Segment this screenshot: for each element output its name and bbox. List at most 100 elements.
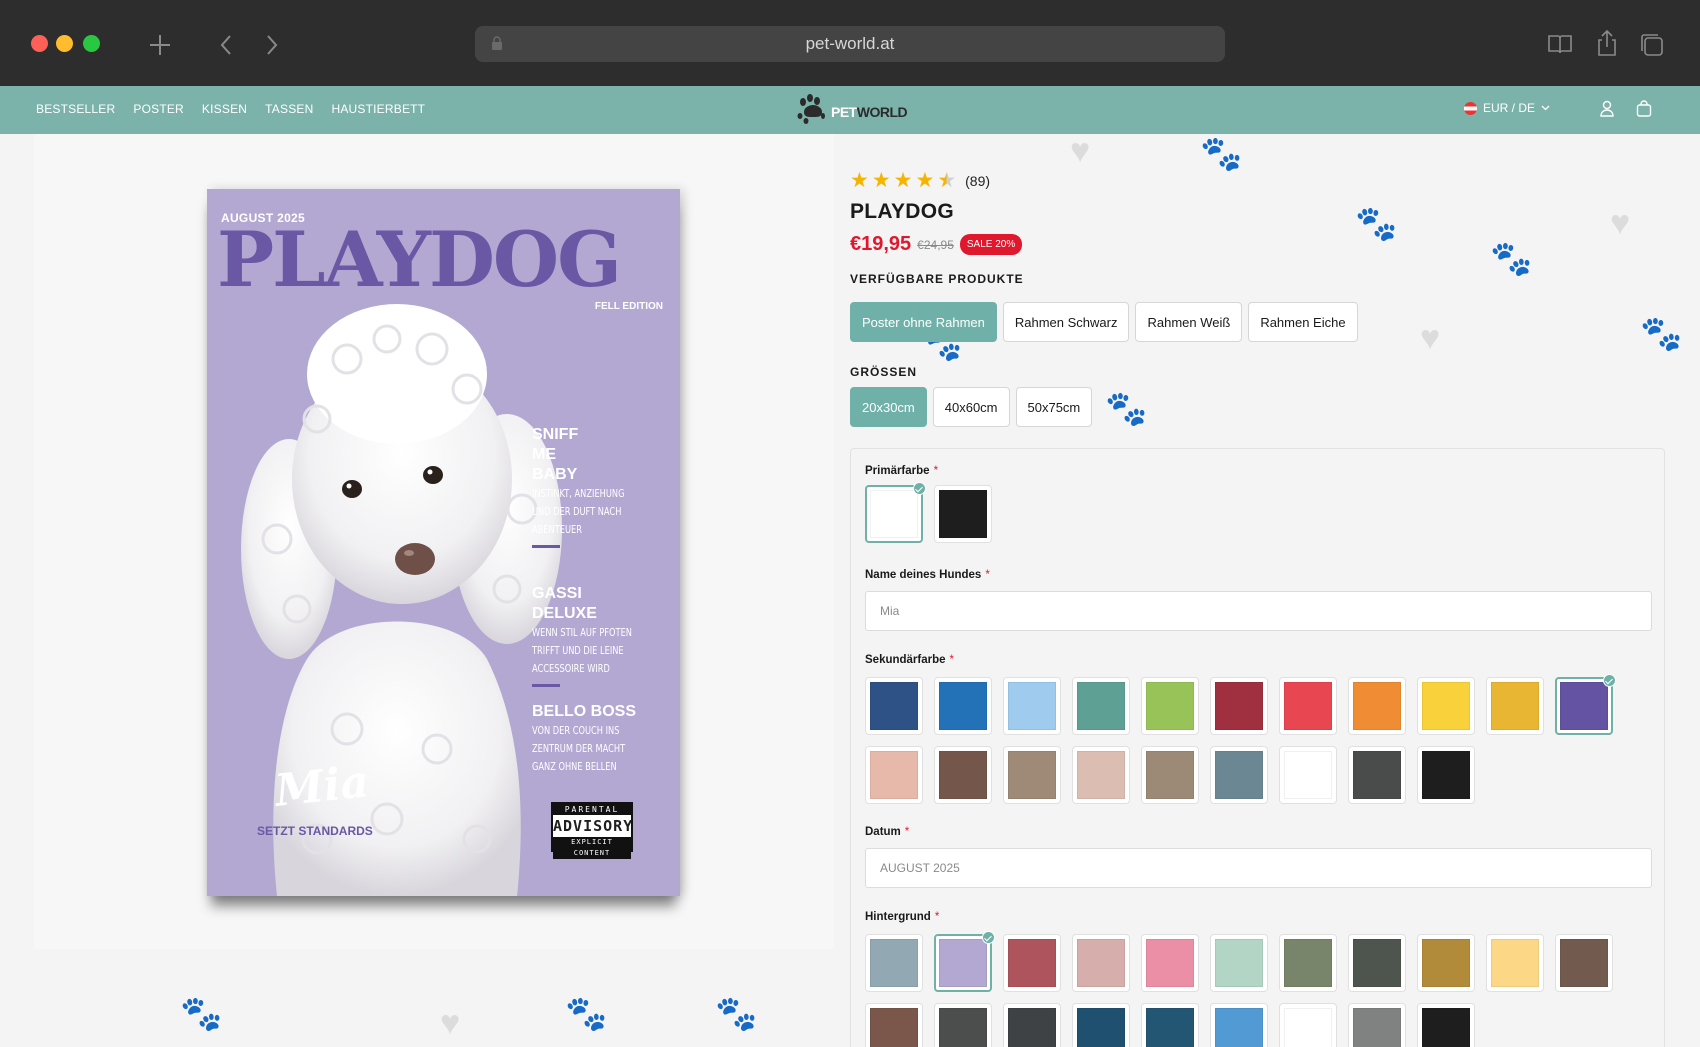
site-logo[interactable]: PETWORLD <box>793 92 913 128</box>
dog-name-input[interactable]: Mia <box>865 591 1652 631</box>
secondary-color-swatch[interactable] <box>1141 677 1199 735</box>
swatch-color <box>1353 751 1401 799</box>
secondary-color-swatch[interactable] <box>1003 677 1061 735</box>
background-color-swatch[interactable] <box>934 931 995 992</box>
secondary-color-swatch[interactable] <box>1279 677 1337 735</box>
nav-haustierbett[interactable]: HAUSTIERBETT <box>331 102 425 116</box>
secondary-color-swatch[interactable] <box>1210 746 1268 804</box>
locale-selector[interactable]: EUR / DE <box>1463 101 1550 115</box>
background-color-swatch[interactable] <box>1072 934 1130 992</box>
half-star-icon: ★ <box>937 169 957 192</box>
secondary-color-swatch[interactable] <box>1417 677 1475 735</box>
swatch-color <box>870 682 918 730</box>
minimize-window-button[interactable] <box>56 35 73 52</box>
background-color-swatch[interactable] <box>1210 1003 1268 1047</box>
background-color-swatch[interactable] <box>1141 1003 1199 1047</box>
primary-color-swatch[interactable] <box>865 482 926 543</box>
secondary-color-swatch[interactable] <box>934 677 992 735</box>
secondary-color-swatch[interactable] <box>1486 677 1544 735</box>
dog-name-label: Name deines Hundes * <box>865 569 990 581</box>
secondary-color-swatch[interactable] <box>1279 746 1337 804</box>
background-color-swatch[interactable] <box>1072 1003 1130 1047</box>
new-tab-icon[interactable] <box>148 33 172 57</box>
background-color-swatch[interactable] <box>865 1003 923 1047</box>
product-rating[interactable]: ★ ★ ★ ★ ★ (89) <box>850 170 990 191</box>
size-option-20x30[interactable]: 20x30cm <box>850 387 927 427</box>
swatch-color <box>1146 751 1194 799</box>
swatch-color <box>1353 682 1401 730</box>
secondary-color-swatch[interactable] <box>1417 746 1475 804</box>
product-image-poster[interactable]: AUGUST 2025 PLAYDOG FELL EDITION SNIFF M… <box>207 189 680 896</box>
swatch-color <box>1284 682 1332 730</box>
secondary-color-swatch[interactable] <box>1072 677 1130 735</box>
size-option-50x75[interactable]: 50x75cm <box>1015 387 1093 427</box>
background-color-swatch-row <box>865 1003 1475 1047</box>
close-window-button[interactable] <box>31 35 48 52</box>
heart-decoration-icon: ♥ <box>440 1004 461 1042</box>
product-option-poster[interactable]: Poster ohne Rahmen <box>850 302 997 342</box>
url-text: pet-world.at <box>805 34 895 53</box>
secondary-color-swatch[interactable] <box>1003 746 1061 804</box>
maximize-window-button[interactable] <box>83 35 100 52</box>
background-color-swatch[interactable] <box>1348 1003 1406 1047</box>
secondary-color-swatch[interactable] <box>1348 746 1406 804</box>
background-color-swatch[interactable] <box>1348 934 1406 992</box>
background-color-swatch[interactable] <box>1279 934 1337 992</box>
tabs-overview-icon[interactable] <box>1639 32 1665 58</box>
product-option-frame-black[interactable]: Rahmen Schwarz <box>1002 302 1130 342</box>
secondary-color-swatch[interactable] <box>865 677 923 735</box>
star-icon: ★ <box>850 169 869 192</box>
product-option-frame-oak[interactable]: Rahmen Eiche <box>1248 302 1358 342</box>
background-color-swatch[interactable] <box>1279 1003 1337 1047</box>
headline-divider <box>532 684 560 687</box>
background-color-swatch[interactable] <box>1003 1003 1061 1047</box>
swatch-color <box>939 751 987 799</box>
swatch-color <box>1353 1008 1401 1047</box>
background-color-swatch[interactable] <box>865 934 923 992</box>
nav-kissen[interactable]: KISSEN <box>202 102 247 116</box>
swatch-color <box>939 1008 987 1047</box>
secondary-color-swatch[interactable] <box>1141 746 1199 804</box>
swatch-color <box>1077 939 1125 987</box>
swatch-color <box>1215 682 1263 730</box>
size-option-40x60[interactable]: 40x60cm <box>932 387 1010 427</box>
background-color-swatch[interactable] <box>1141 934 1199 992</box>
address-bar[interactable]: pet-world.at <box>475 26 1225 62</box>
swatch-color <box>939 682 987 730</box>
forward-icon[interactable] <box>264 33 280 57</box>
background-color-swatch[interactable] <box>1003 934 1061 992</box>
reader-icon[interactable] <box>1547 32 1573 56</box>
background-color-swatch[interactable] <box>1210 934 1268 992</box>
swatch-color <box>1008 939 1056 987</box>
paw-decoration-icon: 🐾 <box>1490 240 1533 278</box>
background-color-swatch[interactable] <box>1417 934 1475 992</box>
swatch-color <box>1146 682 1194 730</box>
product-option-frame-white[interactable]: Rahmen Weiß <box>1135 302 1243 342</box>
product-price: €19,95 €24,95 SALE 20% <box>850 233 1023 256</box>
secondary-color-swatch-row <box>865 746 1475 804</box>
secondary-color-swatch[interactable] <box>1348 677 1406 735</box>
cart-icon[interactable] <box>1636 100 1652 118</box>
paw-decoration-icon: 🐾 <box>1640 315 1683 353</box>
account-icon[interactable] <box>1600 100 1614 118</box>
swatch-color <box>1353 939 1401 987</box>
secondary-color-swatch-row <box>865 674 1616 735</box>
share-icon[interactable] <box>1596 29 1618 57</box>
background-color-swatch[interactable] <box>934 1003 992 1047</box>
background-color-swatch[interactable] <box>1555 934 1613 992</box>
nav-bestseller[interactable]: BESTSELLER <box>36 102 115 116</box>
nav-poster[interactable]: POSTER <box>133 102 184 116</box>
background-color-swatch[interactable] <box>1486 934 1544 992</box>
secondary-color-swatch[interactable] <box>934 746 992 804</box>
nav-tassen[interactable]: TASSEN <box>265 102 313 116</box>
back-icon[interactable] <box>218 33 234 57</box>
date-input[interactable]: AUGUST 2025 <box>865 848 1652 888</box>
rating-count: (89) <box>965 172 991 189</box>
primary-color-swatch[interactable] <box>934 485 992 543</box>
secondary-color-swatch[interactable] <box>1072 746 1130 804</box>
background-color-swatch[interactable] <box>1417 1003 1475 1047</box>
secondary-color-swatch[interactable] <box>1555 674 1616 735</box>
secondary-color-label: Sekundärfarbe * <box>865 654 955 666</box>
secondary-color-swatch[interactable] <box>1210 677 1268 735</box>
secondary-color-swatch[interactable] <box>865 746 923 804</box>
